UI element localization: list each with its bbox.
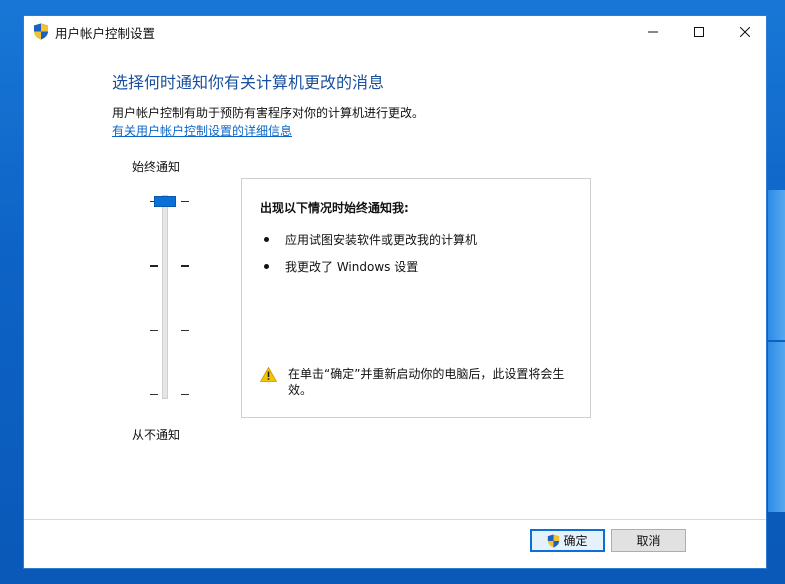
desktop-background-accent: [768, 342, 785, 512]
ok-button-label: 确定: [563, 534, 588, 548]
uac-shield-icon: [548, 534, 560, 547]
warning-icon: [260, 367, 277, 382]
slider-tick: [181, 330, 189, 331]
restart-warning-text: 在单击“确定”并重新启动你的电脑后，此设置将会生效。: [288, 367, 565, 397]
level-description-panel: 出现以下情况时始终通知我: 应用试图安装软件或更改我的计算机 我更改了 Wind…: [241, 178, 591, 418]
slider-tick: [181, 201, 189, 202]
list-item: 我更改了 Windows 设置: [264, 258, 418, 275]
slider-bottom-label: 从不通知: [132, 428, 181, 442]
bullet-icon: [264, 264, 269, 269]
maximize-icon: [694, 26, 704, 37]
list-item-text: 应用试图安装软件或更改我的计算机: [285, 233, 478, 247]
slider-tick: [150, 330, 158, 331]
slider-top-label: 始终通知: [132, 160, 181, 174]
desktop-background-accent: [768, 190, 785, 340]
minimize-icon: [648, 31, 658, 32]
footer-divider: [24, 519, 766, 520]
slider-tick: [181, 265, 189, 267]
window-title: 用户帐户控制设置: [55, 26, 156, 41]
page-description: 用户帐户控制有助于预防有害程序对你的计算机进行更改。: [112, 106, 425, 120]
slider-tick: [181, 394, 189, 395]
minimize-button[interactable]: [630, 16, 676, 47]
page-heading: 选择何时通知你有关计算机更改的消息: [112, 73, 385, 92]
title-bar[interactable]: 用户帐户控制设置: [24, 16, 766, 47]
notification-level-slider[interactable]: [142, 192, 192, 402]
close-button[interactable]: [722, 16, 766, 47]
uac-settings-window: 用户帐户控制设置 选择何时通知你有关计算机更改的消息 用户帐户控制有助于预防有害…: [23, 15, 767, 569]
slider-tick: [150, 265, 158, 267]
slider-tick: [150, 394, 158, 395]
bullet-icon: [264, 237, 269, 242]
cancel-button[interactable]: 取消: [611, 529, 686, 552]
list-item: 应用试图安装软件或更改我的计算机: [264, 231, 477, 248]
panel-title: 出现以下情况时始终通知我:: [260, 201, 409, 215]
slider-track[interactable]: [162, 195, 168, 399]
list-item-text: 我更改了 Windows 设置: [285, 260, 419, 274]
more-info-link[interactable]: 有关用户帐户控制设置的详细信息: [112, 122, 292, 139]
uac-shield-icon: [34, 23, 48, 40]
maximize-button[interactable]: [676, 16, 722, 47]
ok-button[interactable]: 确定: [530, 529, 605, 552]
cancel-button-label: 取消: [636, 534, 661, 548]
slider-thumb[interactable]: [154, 196, 176, 207]
close-icon: [740, 26, 750, 37]
